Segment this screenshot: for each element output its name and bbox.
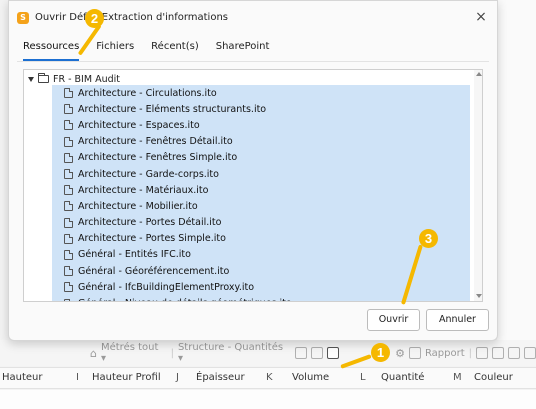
lock-icon[interactable] [492, 347, 504, 359]
structure-dropdown[interactable]: Structure - Quantités ▾ [178, 342, 291, 364]
column-header[interactable]: Couleur [474, 372, 513, 383]
expand-arrow-icon[interactable] [28, 76, 34, 82]
close-button[interactable]: × [474, 10, 488, 24]
app-right-panel [497, 0, 536, 340]
tree-file-item[interactable]: Général - Géoréférencement.ito [52, 263, 470, 280]
tree-file-label: Général - Entités IFC.ito [78, 249, 191, 261]
file-link-icon [64, 217, 73, 228]
tree-root-label: FR - BIM Audit [53, 73, 120, 85]
tree-file-label: Général - Géoréférencement.ito [78, 265, 230, 277]
column-header[interactable]: Épaisseur [196, 372, 245, 383]
tree-file-label: Architecture - Fenêtres Simple.ito [78, 152, 238, 164]
column-letter: L [360, 372, 366, 383]
file-link-icon [64, 185, 73, 196]
tab-ressources[interactable]: Ressources [23, 41, 80, 61]
tree-file-label: Architecture - Portes Simple.ito [78, 233, 226, 245]
metrics-dropdown[interactable]: Métrés tout ▾ [101, 342, 167, 364]
tree-file-item[interactable]: Architecture - Portes Simple.ito [52, 230, 470, 247]
tree-file-item[interactable]: Architecture - Eléments structurants.ito [52, 101, 470, 118]
dialog-title: Ouvrir Défini Extraction d'informations [35, 12, 229, 23]
app-logo-icon: S [17, 12, 29, 24]
file-link-icon [64, 169, 73, 180]
file-list: Architecture - Circulations.ito Architect… [52, 85, 470, 301]
column-header[interactable]: Volume [292, 372, 329, 383]
tree-file-item[interactable]: Architecture - Fenêtres Détail.ito [52, 133, 470, 150]
file-link-icon [64, 104, 73, 115]
lock-icon[interactable] [476, 347, 488, 359]
tree-file-item[interactable]: Architecture - Mobilier.ito [52, 198, 470, 215]
tab-sharepoint[interactable]: SharePoint [216, 41, 270, 61]
tree-file-label: Architecture - Espaces.ito [78, 119, 200, 131]
column-letter: M [453, 372, 462, 383]
file-link-icon [64, 201, 73, 212]
callout-badge-3: 3 [419, 229, 438, 248]
tree-file-item[interactable]: Architecture - Portes Détail.ito [52, 214, 470, 231]
file-link-icon [64, 298, 73, 301]
tree-file-label: Architecture - Fenêtres Détail.ito [78, 136, 233, 148]
tab-fichiers[interactable]: Fichiers [96, 41, 134, 61]
report-button[interactable]: Rapport [425, 348, 465, 359]
file-link-icon [64, 120, 73, 131]
tree-file-label: Architecture - Garde-corps.ito [78, 168, 219, 180]
column-letter: J [176, 372, 179, 383]
tree-file-label: Général - Niveau de détails géométriques… [78, 298, 292, 301]
column-header-row: Hauteur I Hauteur Profil J Épaisseur K V… [0, 367, 536, 389]
file-link-icon [64, 152, 73, 163]
tree-file-label: Général - IfcBuildingElementProxy.ito [78, 281, 255, 293]
open-button[interactable]: Ouvrir [367, 309, 420, 331]
tree-file-label: Architecture - Mobilier.ito [78, 200, 198, 212]
column-letter: I [76, 372, 79, 383]
file-link-icon [64, 266, 73, 277]
tab-recents[interactable]: Récent(s) [151, 41, 199, 61]
tree-root-item[interactable]: FR - BIM Audit [28, 72, 120, 86]
document-icon[interactable] [295, 347, 308, 359]
file-link-icon [64, 282, 73, 293]
tree-file-item[interactable]: Architecture - Fenêtres Simple.ito [52, 149, 470, 166]
scroll-up-icon[interactable] [476, 72, 482, 76]
tree-file-label: Architecture - Eléments structurants.ito [78, 103, 267, 115]
open-folder-icon[interactable] [327, 347, 340, 359]
lock-icon[interactable] [507, 347, 520, 359]
tree-file-item[interactable]: Architecture - Circulations.ito [52, 85, 470, 102]
home-icon[interactable]: ⌂ [90, 347, 97, 360]
file-link-icon [64, 136, 73, 147]
column-header[interactable]: Quantité [381, 372, 424, 383]
file-link-icon [64, 88, 73, 99]
report-icon[interactable] [408, 347, 421, 359]
app-toolbar: ⌂ Métrés tout ▾ | Structure - Quantités … [0, 340, 536, 366]
tab-bar: Ressources Fichiers Récent(s) SharePoint [23, 41, 269, 61]
callout-badge-1: 1 [371, 343, 390, 362]
scroll-down-icon[interactable] [476, 294, 482, 298]
tree-file-item[interactable]: Architecture - Espaces.ito [52, 117, 470, 134]
callout-badge-2: 2 [85, 9, 104, 28]
file-link-icon [64, 249, 73, 260]
app-grid-area [0, 390, 536, 409]
tab-divider [17, 61, 489, 62]
file-link-icon [64, 233, 73, 244]
toolbar-separator: | [170, 347, 174, 359]
folder-icon [38, 73, 49, 83]
settings-icon[interactable]: ⚙ [395, 347, 405, 360]
toolbar-separator: | [468, 347, 473, 359]
panel-icon[interactable] [523, 347, 536, 359]
tree-file-item[interactable]: Général - Entités IFC.ito [52, 246, 470, 264]
cancel-button[interactable]: Annuler [426, 309, 489, 331]
column-header[interactable]: Hauteur [2, 372, 43, 383]
tree-file-label: Architecture - Matériaux.ito [78, 184, 209, 196]
tree-file-label: Architecture - Portes Détail.ito [78, 217, 222, 229]
copy-icon[interactable] [311, 347, 324, 359]
tree-file-item[interactable]: Architecture - Matériaux.ito [52, 182, 470, 199]
tree-file-label: Architecture - Circulations.ito [78, 87, 217, 99]
tree-scrollbar[interactable] [474, 70, 482, 301]
column-letter: K [266, 372, 273, 383]
tree-file-item[interactable]: Architecture - Garde-corps.ito [52, 165, 470, 183]
dialog-titlebar[interactable]: S Ouvrir Défini Extraction d'information… [9, 1, 497, 35]
column-header[interactable]: Hauteur Profil [92, 372, 161, 383]
